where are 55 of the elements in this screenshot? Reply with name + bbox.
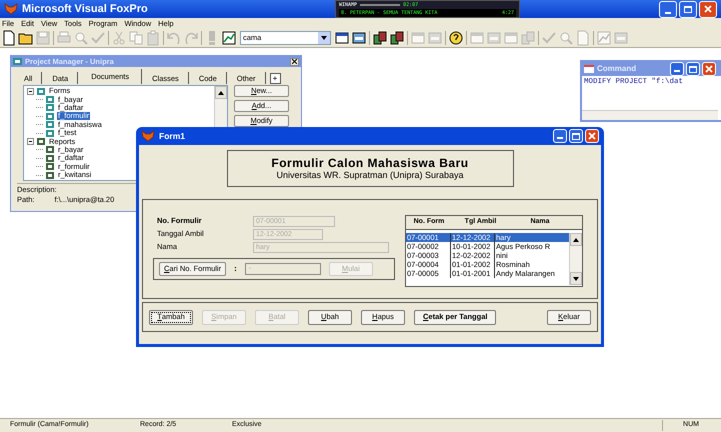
boxes-icon [520,30,536,46]
minimize-button[interactable] [659,0,677,18]
command-icon [584,65,594,73]
scrollbar[interactable] [569,233,582,285]
maximize-button[interactable] [569,129,583,143]
toolbar-button[interactable] [351,30,367,46]
form-subheading: Universitas WR. Supratman (Unipra) Surabaya [276,170,464,181]
app-icon [4,3,18,15]
close-icon [705,65,713,73]
toolbar-button[interactable] [334,30,350,46]
boxes-icon [372,30,388,46]
minimize-button[interactable] [670,62,684,76]
magnifier-icon [558,30,574,46]
horizontal-scrollbar[interactable] [582,110,718,120]
scissors-icon [111,30,127,46]
form-heading: Formulir Calon Mahasiswa Baru [271,156,469,170]
window-icon [469,30,485,46]
toolbar-button[interactable] [372,30,388,46]
magnifier-icon [73,30,89,46]
collapse-icon[interactable] [27,138,34,146]
close-icon [588,132,596,140]
folder-icon [37,138,45,146]
maximize-button[interactable] [686,62,700,76]
window-icon [503,30,519,46]
question-icon [448,30,464,46]
window-title: Form1 [159,130,185,142]
form-icon [486,30,502,46]
printer-icon [56,30,72,46]
window-title: Command [597,63,636,75]
checkmark-icon [541,30,557,46]
clipboard-icon [145,30,161,46]
minimize-button[interactable] [553,129,567,143]
fox-icon [141,130,155,142]
collapse-icon[interactable] [27,88,34,95]
form-icon [613,30,629,46]
chart-icon [596,30,612,46]
toolbar-button[interactable] [389,30,405,46]
toolbar-button[interactable] [448,30,464,46]
window-icon [410,30,426,46]
maximize-button[interactable] [679,0,697,18]
close-button[interactable] [290,58,299,66]
window-title: Microsoft Visual FoxPro [22,2,148,17]
colon-label: : [234,263,237,275]
toolbar-button[interactable] [221,30,237,46]
copy-icon [128,30,144,46]
form-icon [351,30,367,46]
checkmark-icon [90,30,106,46]
tab-expander[interactable]: + [270,73,281,84]
boxes-icon [389,30,405,46]
chart-icon [221,30,237,46]
window-icon [334,30,350,46]
window-icon [13,58,22,65]
form-icon [427,30,443,46]
close-icon [704,5,712,13]
folder-icon [37,88,45,95]
